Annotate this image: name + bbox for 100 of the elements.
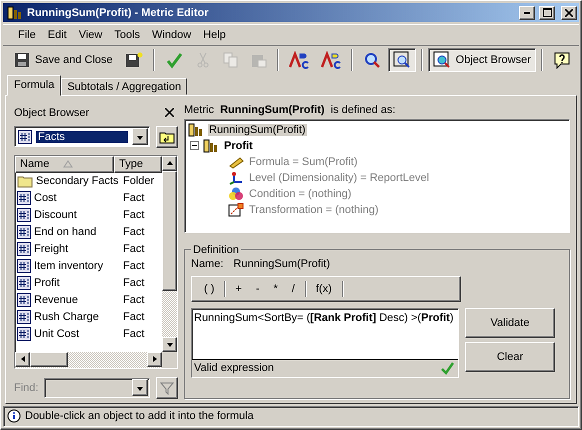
toolbar-button[interactable]: Object Browser xyxy=(428,48,536,72)
folder-up-icon xyxy=(159,130,175,144)
menu-item[interactable]: View xyxy=(74,26,108,43)
operator-button[interactable]: + xyxy=(229,280,248,297)
collapse-icon[interactable] xyxy=(190,141,199,150)
vertical-scrollbar[interactable] xyxy=(162,156,177,352)
column-header[interactable]: Type xyxy=(114,156,162,173)
circles-icon xyxy=(228,186,244,201)
metric-icon xyxy=(203,138,219,153)
menu-item[interactable]: File xyxy=(13,26,41,43)
fact-icon xyxy=(17,225,31,240)
list-item[interactable]: Discount xyxy=(34,209,77,222)
type-cell-text: Folder xyxy=(122,175,154,188)
name-label: Name: xyxy=(191,258,224,270)
help-icon xyxy=(552,51,571,70)
close-button[interactable] xyxy=(561,6,577,20)
folder-dropdown[interactable]: Facts xyxy=(14,126,150,148)
list-item[interactable]: Cost xyxy=(34,192,57,204)
arrow-icon xyxy=(166,159,174,168)
metric-icon xyxy=(7,6,23,20)
group-label: Definition xyxy=(192,244,240,256)
scissors-icon xyxy=(194,52,211,68)
type-cell-text: Fact xyxy=(122,243,144,256)
window-title: RunningSum(Profit) - Metric Editor xyxy=(27,6,210,19)
pencil-icon xyxy=(228,154,244,169)
transform-icon xyxy=(228,202,244,217)
pane-title: Object Browser xyxy=(14,106,90,119)
operator-button[interactable]: / xyxy=(286,280,301,297)
tree-item[interactable]: Condition = (nothing) xyxy=(248,188,352,200)
menu-item[interactable]: Edit xyxy=(42,26,72,43)
type-cell-text: Fact xyxy=(122,260,144,272)
browser-icon xyxy=(432,51,451,70)
arrow-icon xyxy=(18,355,26,364)
menu-item[interactable]: Window xyxy=(147,26,196,43)
list-item[interactable]: End on hand xyxy=(34,226,96,238)
copy-icon xyxy=(222,52,239,68)
tree-item[interactable]: Level (Dimensionality) = ReportLevel xyxy=(248,172,430,184)
tree-item[interactable]: RunningSum(Profit) xyxy=(208,124,307,136)
type-cell-text: Fact xyxy=(122,209,144,222)
metric-icon xyxy=(188,122,204,137)
type-cell-text: Fact xyxy=(122,226,144,238)
info-icon xyxy=(7,409,21,424)
action-button[interactable]: Validate xyxy=(465,308,555,338)
definition-heading: Metric RunningSum(Profit) is defined as: xyxy=(184,104,396,116)
status-text: Double-click an object to add it into the formula xyxy=(25,410,254,422)
list-item[interactable]: Freight xyxy=(34,243,68,256)
validation-message: Valid expression xyxy=(194,362,274,374)
operator-button[interactable]: f(x) xyxy=(310,280,338,297)
fact-icon xyxy=(17,259,31,274)
clipboard-icon xyxy=(250,52,267,68)
type-cell-text: Fact xyxy=(122,311,144,324)
close-icon[interactable] xyxy=(165,108,174,118)
fact-icon xyxy=(17,242,31,256)
find-field[interactable] xyxy=(44,378,150,398)
fact-icon xyxy=(17,327,31,342)
sort-icon xyxy=(63,160,74,168)
list-item[interactable]: Profit xyxy=(34,277,60,290)
column-header[interactable]: Name xyxy=(15,156,114,173)
toolbar-icon-button[interactable] xyxy=(388,48,416,72)
check-icon xyxy=(164,51,183,70)
spelling-icon xyxy=(288,51,309,70)
operator-button[interactable]: ( ) xyxy=(198,280,220,297)
operator-button[interactable]: - xyxy=(250,280,266,297)
list-item[interactable]: Secondary Facts xyxy=(36,175,119,188)
menu-item[interactable]: Tools xyxy=(109,26,146,43)
operator-button[interactable]: * xyxy=(268,280,284,297)
list-item[interactable]: Item inventory xyxy=(34,260,104,272)
up-folder-button[interactable] xyxy=(156,126,178,148)
maximize-button[interactable] xyxy=(539,6,555,20)
minimize-button[interactable] xyxy=(519,6,535,20)
floppy-disk-icon xyxy=(124,52,143,68)
type-cell-text: Fact xyxy=(122,328,144,340)
type-cell-text: Fact xyxy=(122,277,144,290)
type-cell-text: Fact xyxy=(122,192,144,204)
scrollbar-corner xyxy=(162,352,177,368)
formula-editor[interactable]: RunningSum<SortBy= ([Rank Profit] Desc) >(Profit) Valid expression xyxy=(191,308,459,378)
toolbar-button[interactable]: Save and Close xyxy=(9,48,118,72)
filter-button[interactable] xyxy=(156,376,178,399)
list-item[interactable]: Unit Cost xyxy=(34,328,80,340)
close-icon xyxy=(565,8,573,17)
fact-icon xyxy=(17,208,31,222)
find-label: Find: xyxy=(14,382,38,394)
tree-item[interactable]: Formula = Sum(Profit) xyxy=(248,156,358,168)
formula-text: RunningSum<SortBy= ([Rank Profit] Desc) >(Profit) xyxy=(193,310,455,326)
fact-icon xyxy=(17,191,31,206)
fact-icon xyxy=(18,130,32,144)
menu-item[interactable]: Help xyxy=(198,26,231,43)
tree-item[interactable]: Profit xyxy=(223,140,254,152)
axes-icon xyxy=(228,170,244,185)
filter-icon xyxy=(160,380,174,395)
horizontal-scrollbar[interactable] xyxy=(15,352,162,368)
list-item[interactable]: Rush Charge xyxy=(34,311,99,324)
tab[interactable]: Formula xyxy=(7,74,62,96)
action-button[interactable]: Clear xyxy=(465,342,555,372)
maximize-icon xyxy=(542,8,552,18)
metric-name: RunningSum(Profit) xyxy=(233,258,330,270)
tab[interactable]: Subtotals / Aggregation xyxy=(61,78,188,95)
minimize-icon xyxy=(524,12,530,14)
list-item[interactable]: Revenue xyxy=(34,294,78,306)
tree-item[interactable]: Transformation = (nothing) xyxy=(248,204,380,216)
